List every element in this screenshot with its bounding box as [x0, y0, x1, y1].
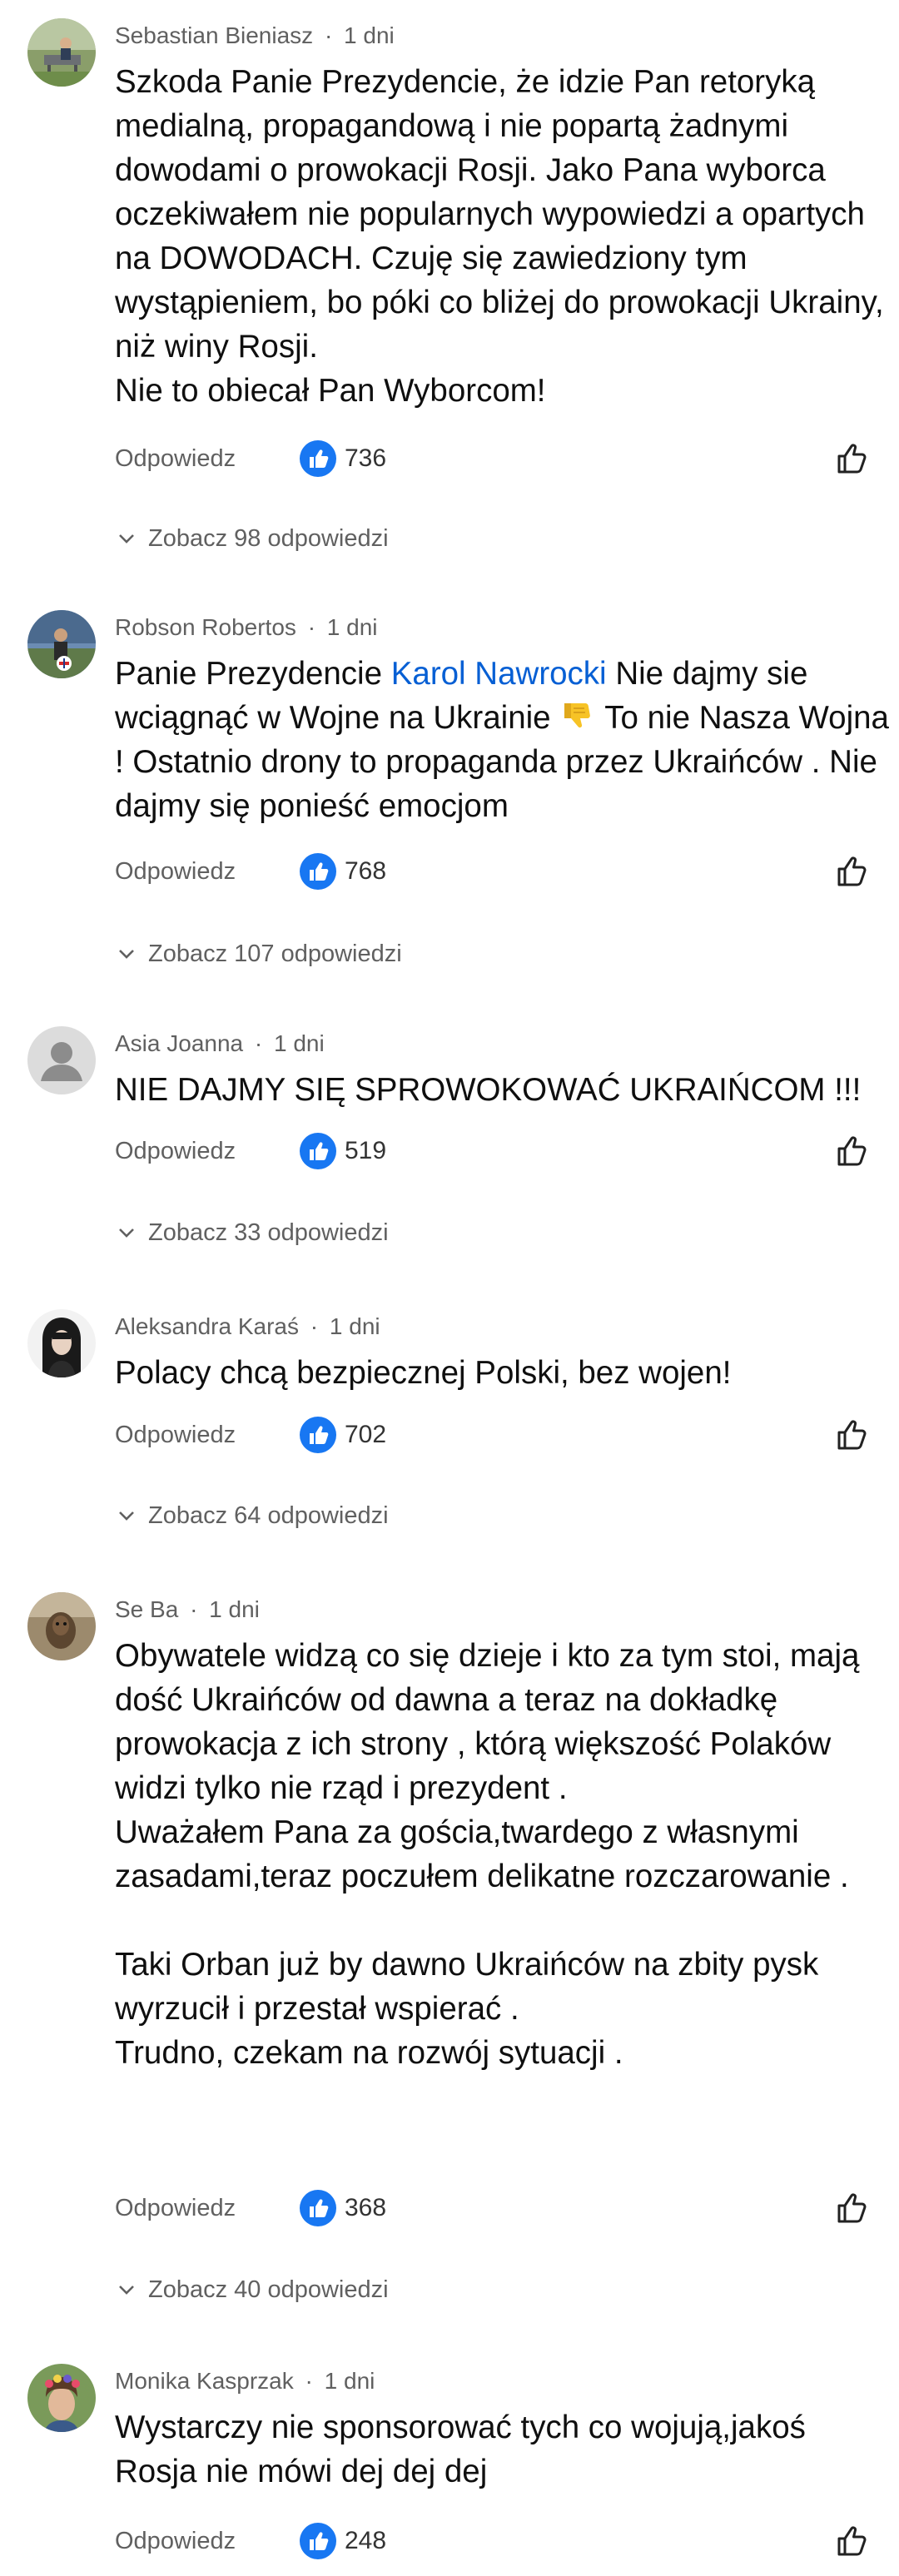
like-summary: 736: [300, 440, 386, 477]
like-count: 248: [345, 2527, 387, 2554]
chevron-down-icon: [119, 1511, 134, 1521]
like-count: 368: [345, 2194, 387, 2221]
reply-button[interactable]: Odpowiedz: [115, 1420, 236, 1450]
avatar[interactable]: [27, 1309, 96, 1377]
chevron-down-icon: [119, 950, 134, 959]
view-replies-link[interactable]: Zobacz 107 odpowiedzi: [115, 937, 402, 970]
like-count: 702: [345, 1421, 387, 1448]
thumbs-down-emoji-icon: [564, 703, 591, 728]
like-summary: 768: [300, 853, 386, 890]
like-badge-icon: [300, 1133, 336, 1169]
like-summary: 702: [300, 1417, 386, 1453]
avatar[interactable]: [27, 1026, 96, 1094]
comment-actions: Odpowiedz 368: [115, 2188, 872, 2230]
comment-author[interactable]: Sebastian Bieniasz: [115, 22, 313, 48]
comment-text: NIE DAJMY SIĘ SPROWOKOWAĆ UKRAIŃCOM !!!: [115, 1072, 862, 1108]
comment-meta: Asia Joanna · 1 dni: [115, 1030, 325, 1058]
comment-meta: Robson Robertos · 1 dni: [115, 613, 378, 642]
like-summary: 368: [300, 2190, 386, 2226]
comment-text: Wystarczy nie sponsorować tych co wojują…: [115, 2410, 815, 2489]
comment-time: 1 dni: [329, 1313, 380, 1339]
like-badge-icon: [300, 2190, 336, 2226]
avatar[interactable]: [27, 1592, 96, 1660]
chevron-down-icon: [119, 2286, 134, 2295]
avatar[interactable]: [27, 610, 96, 678]
comment-author[interactable]: Asia Joanna: [115, 1030, 243, 1056]
comment-author[interactable]: Robson Robertos: [115, 614, 296, 640]
chevron-down-icon: [119, 1228, 134, 1238]
view-replies-label: Zobacz 98 odpowiedzi: [148, 524, 389, 552]
meta-separator: ·: [254, 1030, 263, 1056]
like-badge-icon: [300, 2523, 336, 2559]
comment-author[interactable]: Monika Kasprzak: [115, 2368, 294, 2394]
comment-text: Panie Prezydencie Karol Nawrocki Nie daj…: [115, 652, 889, 828]
view-replies-label: Zobacz 107 odpowiedzi: [148, 940, 402, 967]
reply-button[interactable]: Odpowiedz: [115, 856, 236, 886]
comment-text: Szkoda Panie Prezydencie, że idzie Pan r…: [115, 64, 884, 409]
like-summary: 519: [300, 1133, 386, 1169]
reply-button[interactable]: Odpowiedz: [115, 2526, 236, 2556]
meta-separator: ·: [324, 22, 333, 48]
like-count: 768: [345, 857, 387, 885]
comment-meta: Se Ba · 1 dni: [115, 1596, 260, 1624]
comment-actions: Odpowiedz 519: [115, 1131, 872, 1173]
thumbs-up-icon[interactable]: [832, 2188, 872, 2228]
comment-text-part: Panie Prezydencie: [115, 656, 391, 692]
thumbs-up-icon[interactable]: [832, 2521, 872, 2561]
comment-meta: Monika Kasprzak · 1 dni: [115, 2367, 375, 2395]
comment-text: Obywatele widzą co się dzieje i kto za t…: [115, 1638, 860, 2071]
comment-actions: Odpowiedz 768: [115, 851, 872, 893]
thumbs-up-icon[interactable]: [832, 439, 872, 479]
comment-time: 1 dni: [274, 1030, 325, 1056]
thumbs-up-icon[interactable]: [832, 1131, 872, 1171]
mention-link[interactable]: Karol Nawrocki: [391, 656, 607, 692]
comment-time: 1 dni: [209, 1596, 260, 1622]
reply-button[interactable]: Odpowiedz: [115, 2193, 236, 2223]
thumbs-up-icon[interactable]: [832, 1415, 872, 1455]
comment-actions: Odpowiedz 702: [115, 1415, 872, 1457]
avatar[interactable]: [27, 18, 96, 87]
meta-separator: ·: [305, 2368, 313, 2394]
comment-author[interactable]: Se Ba: [115, 1596, 178, 1622]
meta-separator: ·: [190, 1596, 198, 1622]
comment-actions: Odpowiedz 736: [115, 439, 872, 480]
reply-button[interactable]: Odpowiedz: [115, 1136, 236, 1166]
meta-separator: ·: [307, 614, 316, 640]
comment-text: Polacy chcą bezpiecznej Polski, bez woje…: [115, 1355, 732, 1391]
comment-time: 1 dni: [344, 22, 395, 48]
like-badge-icon: [300, 1417, 336, 1453]
comment-author[interactable]: Aleksandra Karaś: [115, 1313, 299, 1339]
like-count: 519: [345, 1137, 387, 1164]
view-replies-label: Zobacz 40 odpowiedzi: [148, 2276, 389, 2303]
comment-meta: Aleksandra Karaś · 1 dni: [115, 1313, 380, 1341]
like-badge-icon: [300, 440, 336, 477]
view-replies-label: Zobacz 64 odpowiedzi: [148, 1501, 389, 1529]
comment-meta: Sebastian Bieniasz · 1 dni: [115, 22, 395, 50]
like-summary: 248: [300, 2523, 386, 2559]
view-replies-link[interactable]: Zobacz 40 odpowiedzi: [115, 2273, 389, 2306]
like-count: 736: [345, 444, 387, 472]
avatar[interactable]: [27, 2364, 96, 2432]
comment-actions: Odpowiedz 248: [115, 2521, 872, 2563]
meta-separator: ·: [310, 1313, 319, 1339]
view-replies-link[interactable]: Zobacz 64 odpowiedzi: [115, 1499, 389, 1532]
thumbs-up-icon[interactable]: [832, 851, 872, 891]
reply-button[interactable]: Odpowiedz: [115, 444, 236, 474]
view-replies-link[interactable]: Zobacz 33 odpowiedzi: [115, 1216, 389, 1249]
chevron-down-icon: [119, 534, 134, 543]
comment-time: 1 dni: [326, 614, 378, 640]
like-badge-icon: [300, 853, 336, 890]
comment-time: 1 dni: [324, 2368, 375, 2394]
view-replies-label: Zobacz 33 odpowiedzi: [148, 1219, 389, 1246]
view-replies-link[interactable]: Zobacz 98 odpowiedzi: [115, 522, 389, 555]
